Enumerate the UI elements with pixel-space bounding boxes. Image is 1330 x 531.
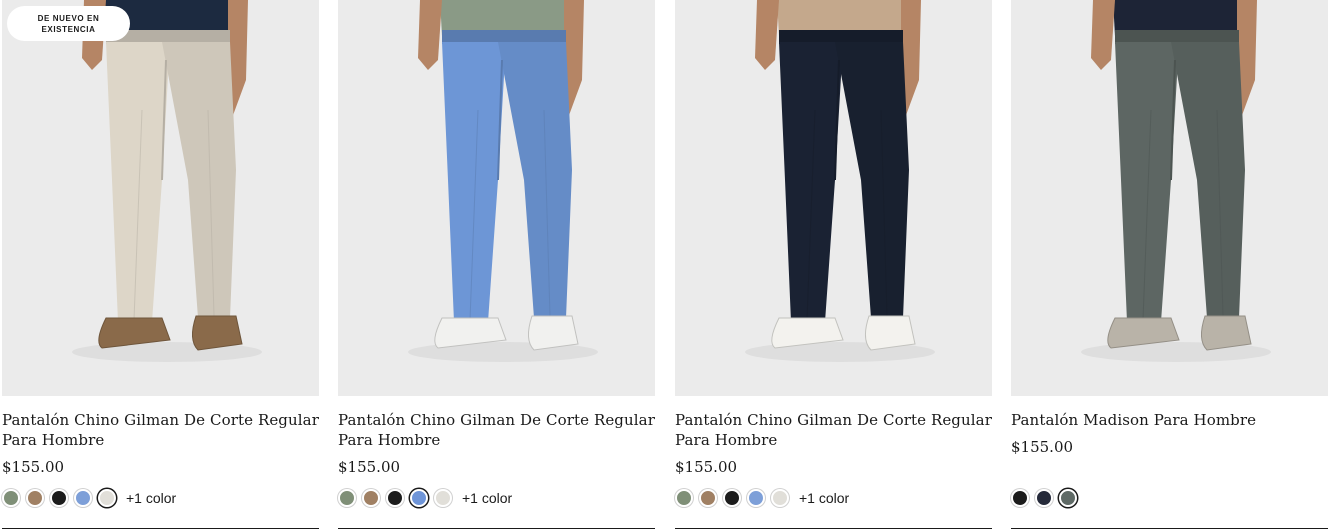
color-swatch[interactable] <box>723 489 741 507</box>
waistband <box>779 30 903 44</box>
color-swatch[interactable] <box>50 489 68 507</box>
right-shoe <box>528 315 579 351</box>
product-image[interactable]: DE NUEVO EN EXISTENCIA <box>2 0 319 396</box>
product-grid: DE NUEVO EN EXISTENCIA Pantalón Chino Gi… <box>0 0 1330 531</box>
right-shoe <box>1201 315 1252 351</box>
color-swatches: +1 color <box>2 488 176 508</box>
right-shoe <box>865 315 916 351</box>
color-swatch[interactable] <box>2 489 20 507</box>
waistband <box>1115 30 1239 44</box>
product-name[interactable]: Pantalón Chino Gilman De Corte Regular P… <box>2 410 319 450</box>
back-in-stock-badge: DE NUEVO EN EXISTENCIA <box>7 6 130 41</box>
color-swatch[interactable] <box>675 489 693 507</box>
product-price: $155.00 <box>1011 438 1074 456</box>
product-card[interactable]: Pantalón Chino Gilman De Corte Regular P… <box>338 0 655 531</box>
product-photo <box>1011 0 1328 396</box>
product-photo <box>338 0 655 396</box>
product-price: $155.00 <box>2 458 65 476</box>
color-swatch[interactable] <box>338 489 356 507</box>
product-price: $155.00 <box>338 458 401 476</box>
divider <box>338 528 655 529</box>
product-name[interactable]: Pantalón Madison Para Hombre <box>1011 410 1328 430</box>
more-colors-link[interactable]: +1 color <box>799 490 849 506</box>
divider <box>1011 528 1328 529</box>
product-photo <box>2 0 319 396</box>
more-colors-link[interactable]: +1 color <box>462 490 512 506</box>
color-swatch[interactable] <box>74 489 92 507</box>
waistband <box>442 30 566 44</box>
divider <box>675 528 992 529</box>
product-card[interactable]: DE NUEVO EN EXISTENCIA Pantalón Chino Gi… <box>2 0 319 531</box>
color-swatches <box>1011 488 1083 508</box>
divider <box>2 528 319 529</box>
product-card[interactable]: Pantalón Chino Gilman De Corte Regular P… <box>675 0 992 531</box>
product-image[interactable] <box>1011 0 1328 396</box>
color-swatch[interactable] <box>410 489 428 507</box>
more-colors-link[interactable]: +1 color <box>126 490 176 506</box>
product-image[interactable] <box>338 0 655 396</box>
color-swatch[interactable] <box>26 489 44 507</box>
color-swatches: +1 color <box>675 488 849 508</box>
color-swatches: +1 color <box>338 488 512 508</box>
color-swatch[interactable] <box>434 489 452 507</box>
color-swatch[interactable] <box>362 489 380 507</box>
color-swatch[interactable] <box>1059 489 1077 507</box>
color-swatch[interactable] <box>771 489 789 507</box>
right-shoe <box>192 315 243 351</box>
product-price: $155.00 <box>675 458 738 476</box>
color-swatch[interactable] <box>1035 489 1053 507</box>
color-swatch[interactable] <box>98 489 116 507</box>
color-swatch[interactable] <box>386 489 404 507</box>
color-swatch[interactable] <box>747 489 765 507</box>
product-photo <box>675 0 992 396</box>
color-swatch[interactable] <box>699 489 717 507</box>
product-card[interactable]: Pantalón Madison Para Hombre $155.00 <box>1011 0 1328 531</box>
product-image[interactable] <box>675 0 992 396</box>
product-name[interactable]: Pantalón Chino Gilman De Corte Regular P… <box>675 410 992 450</box>
color-swatch[interactable] <box>1011 489 1029 507</box>
product-name[interactable]: Pantalón Chino Gilman De Corte Regular P… <box>338 410 655 450</box>
